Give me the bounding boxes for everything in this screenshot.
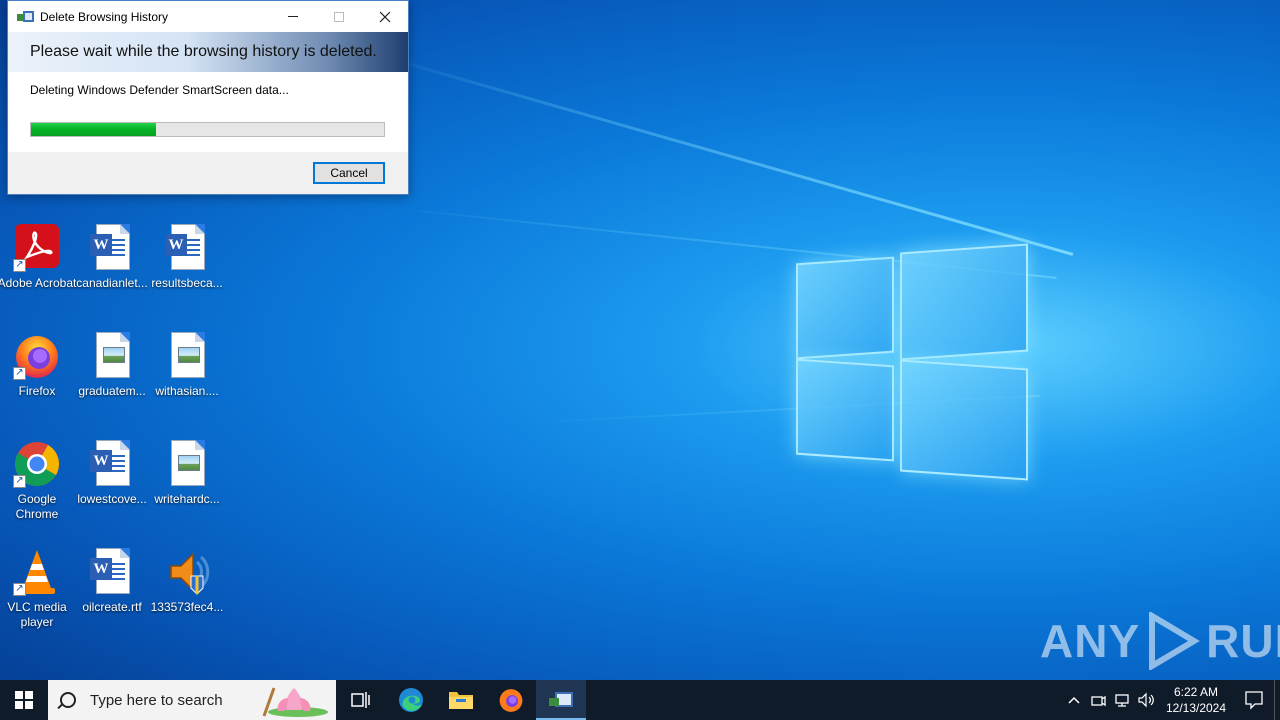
word-document-icon: W: [88, 440, 136, 488]
watermark-text-left: ANY: [1040, 615, 1141, 667]
desktop-icon-label: oilcreate.rtf: [82, 600, 142, 614]
word-document-icon: W: [163, 224, 211, 272]
search-icon: [60, 692, 76, 708]
task-view-icon: [351, 692, 370, 708]
play-triangle-icon: [1149, 612, 1200, 670]
action-center-button[interactable]: [1234, 680, 1274, 720]
wallpaper-light-beam: [399, 60, 1074, 256]
taskbar-internet-options-active[interactable]: [536, 680, 586, 720]
desktop-icon-google-chrome[interactable]: ↗ Google Chrome: [0, 440, 74, 522]
taskbar: Type here to search 6:22 AM 12/13/2024: [0, 680, 1280, 720]
start-button[interactable]: [0, 680, 48, 720]
dialog-title: Delete Browsing History: [40, 9, 169, 24]
cancel-button[interactable]: Cancel: [313, 162, 385, 184]
shortcut-arrow-icon: ↗: [13, 367, 26, 380]
windows-start-icon: [15, 691, 33, 709]
clock-date: 12/13/2024: [1165, 701, 1227, 715]
tray-network[interactable]: [1110, 680, 1134, 720]
progress-fill: [31, 123, 157, 136]
taskbar-firefox[interactable]: [486, 680, 536, 720]
desktop-icon-label: Adobe Acrobat: [0, 276, 77, 290]
taskbar-edge[interactable]: [386, 680, 436, 720]
close-button[interactable]: [362, 1, 408, 32]
tray-overflow-button[interactable]: [1062, 680, 1086, 720]
desktop-icon-label: writehardc...: [154, 492, 220, 506]
network-icon: [1115, 694, 1129, 707]
tray-volume[interactable]: [1134, 680, 1158, 720]
clock-time: 6:22 AM: [1173, 685, 1219, 699]
desktop-icon-adobe-acrobat[interactable]: ↗ Adobe Acrobat: [0, 224, 77, 291]
image-file-icon: [88, 332, 136, 380]
image-file-icon: [163, 332, 211, 380]
maximize-button[interactable]: [316, 1, 362, 32]
tray-meet-now[interactable]: [1086, 680, 1110, 720]
delete-browsing-history-dialog: Delete Browsing History Please wait whil…: [7, 0, 409, 195]
word-document-icon: W: [88, 548, 136, 596]
desktop-icon-133573fec4[interactable]: 133573fec4...: [150, 548, 224, 615]
minimize-button[interactable]: [270, 1, 316, 32]
desktop-icon-label: withasian....: [155, 384, 219, 398]
desktop-icon-lowestcove[interactable]: W lowestcove...: [75, 440, 149, 507]
chevron-up-icon: [1068, 696, 1080, 704]
desktop-icon-label: resultsbeca...: [151, 276, 223, 290]
edge-icon: [399, 688, 423, 712]
desktop-icon-label: graduatem...: [78, 384, 146, 398]
word-document-icon: W: [88, 224, 136, 272]
dialog-banner: Please wait while the browsing history i…: [8, 32, 408, 72]
desktop-icon-label: 133573fec4...: [150, 600, 224, 614]
minimize-icon: [288, 16, 298, 17]
wallpaper-windows-logo: [796, 242, 1030, 481]
dialog-titlebar[interactable]: Delete Browsing History: [8, 1, 408, 32]
desktop-icon-graduatem[interactable]: graduatem...: [75, 332, 149, 399]
internet-options-icon: [549, 692, 573, 707]
installer-speaker-icon: [170, 552, 210, 595]
desktop-icon-label: lowestcove...: [77, 492, 147, 506]
desktop-icon-vlc[interactable]: ↗ VLC media player: [0, 548, 74, 630]
shortcut-arrow-icon: ↗: [13, 475, 26, 488]
speaker-icon: [1138, 692, 1154, 708]
dialog-footer: Cancel: [8, 152, 408, 194]
system-tray: 6:22 AM 12/13/2024: [1062, 680, 1280, 720]
shortcut-arrow-icon: ↗: [13, 583, 26, 596]
dialog-body: Deleting Windows Defender SmartScreen da…: [8, 72, 408, 152]
notification-icon: [1245, 691, 1263, 710]
close-icon: [379, 11, 391, 22]
desktop-icon-canadianlet[interactable]: W canadianlet...: [75, 224, 149, 291]
taskbar-clock[interactable]: 6:22 AM 12/13/2024: [1158, 684, 1234, 716]
folder-icon: [449, 692, 473, 709]
taskbar-search-box[interactable]: Type here to search: [48, 680, 336, 720]
desktop-icon-label: Firefox: [18, 384, 56, 398]
shortcut-arrow-icon: ↗: [13, 259, 26, 272]
watermark-text-right: RUN: [1206, 615, 1280, 667]
task-view-button[interactable]: [336, 680, 386, 720]
desktop-icon-withasian[interactable]: withasian....: [150, 332, 224, 399]
progress-bar: [30, 122, 385, 137]
taskbar-file-explorer[interactable]: [436, 680, 486, 720]
desktop-icon-resultsbeca[interactable]: W resultsbeca...: [150, 224, 224, 291]
desktop-icon-writehardc[interactable]: writehardc...: [150, 440, 224, 507]
camera-icon: [1091, 695, 1106, 707]
desktop-icon-label: VLC media player: [7, 600, 67, 629]
search-placeholder: Type here to search: [90, 691, 223, 709]
internet-options-icon: [17, 10, 35, 24]
image-file-icon: [163, 440, 211, 488]
firefox-icon: [499, 689, 523, 712]
desktop-icon-label: canadianlet...: [76, 276, 148, 290]
maximize-icon: [334, 11, 344, 22]
desktop-icon-firefox[interactable]: ↗ Firefox: [0, 332, 74, 399]
anyrun-watermark: ANY RUN: [1040, 612, 1280, 670]
show-desktop-button[interactable]: [1274, 680, 1280, 720]
status-text: Deleting Windows Defender SmartScreen da…: [30, 83, 289, 97]
desktop-icon-oilcreate[interactable]: W oilcreate.rtf: [75, 548, 149, 615]
search-highlight-lotus-icon: [262, 687, 328, 717]
desktop-icon-label: Google Chrome: [15, 492, 59, 521]
